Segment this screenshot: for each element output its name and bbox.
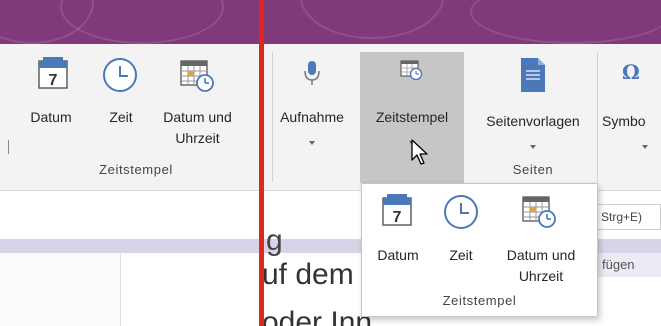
dropdown-item-label: Datum (377, 247, 419, 263)
calendar-7-icon: 7 (38, 57, 68, 89)
svg-text:7: 7 (393, 209, 402, 226)
ribbon-button-label: Uhrzeit (175, 130, 220, 146)
zeitstempel-dropdown: 7 Datum Zeit Datum und Uhrzeit Zeitstemp… (361, 183, 598, 317)
search-box[interactable]: Strg+E) (597, 204, 661, 230)
calendar-clock-icon (522, 196, 556, 228)
page-list-pane[interactable] (0, 253, 121, 326)
ribbon-button-symbol[interactable]: Ω Symbo (598, 55, 661, 155)
dropdown-arrow-icon (530, 145, 536, 149)
ribbon-button-label: Zeitstempel (375, 109, 449, 125)
dropdown-arrow-icon (642, 145, 648, 149)
group-divider (8, 140, 9, 154)
calendar-clock-icon (180, 60, 214, 92)
ribbon-group-label-seiten: Seiten (512, 162, 554, 177)
page-template-icon (521, 58, 545, 92)
ribbon-button-seitenvorlagen[interactable]: Seitenvorlagen (470, 55, 596, 155)
ribbon-button-label: Seitenvorlagen (486, 113, 580, 129)
omega-icon: Ω (622, 60, 640, 84)
page-text-line: oder Inn (262, 306, 373, 326)
mouse-cursor-icon (411, 139, 428, 165)
microphone-icon (304, 61, 320, 85)
add-page-button[interactable]: fügen (596, 253, 661, 277)
page-text-line: uf dem (262, 258, 354, 291)
dropdown-item-zeit[interactable]: Zeit (436, 190, 486, 290)
ribbon-button-aufnahme[interactable]: Aufnahme (268, 55, 356, 155)
dropdown-arrow-icon (309, 141, 315, 145)
dropdown-group-label: Zeitstempel (442, 293, 517, 308)
ribbon-button-zeit[interactable]: Zeit (98, 55, 144, 155)
decorative-swirl (470, 0, 661, 44)
dropdown-item-datum-und-uhrzeit[interactable]: Datum und Uhrzeit (492, 190, 590, 290)
ribbon-button-label: Datum (30, 109, 72, 125)
add-page-label: fügen (602, 257, 635, 272)
clock-icon (103, 58, 137, 92)
svg-text:7: 7 (49, 72, 58, 89)
calendar-7-icon: 7 (382, 194, 412, 226)
title-bar (0, 0, 661, 44)
ribbon-group-label-zeitstempel: Zeitstempel (99, 162, 173, 177)
red-annotation-line (259, 0, 264, 326)
search-shortcut-hint: Strg+E) (601, 210, 643, 224)
ribbon-button-datum[interactable]: 7 Datum (26, 55, 76, 155)
ribbon-button-label: Aufnahme (280, 109, 344, 125)
ribbon-button-datum-und-uhrzeit[interactable]: Datum und Uhrzeit (150, 55, 245, 155)
ribbon-button-zeitstempel[interactable]: Zeitstempel (360, 52, 464, 183)
dropdown-item-label: Zeit (449, 247, 473, 263)
ribbon-button-label: Zeit (109, 109, 133, 125)
dropdown-item-datum[interactable]: 7 Datum (368, 190, 428, 290)
ribbon-button-label: Datum und (163, 109, 232, 125)
dropdown-item-label: Datum und (506, 247, 576, 263)
timestamp-icon (400, 60, 423, 81)
decorative-swirl (60, 0, 224, 44)
ribbon-button-label: Symbo (602, 113, 646, 129)
clock-icon (444, 195, 478, 229)
dropdown-item-label: Uhrzeit (518, 268, 564, 284)
decorative-swirl (300, 0, 444, 39)
page-text-fragment: g (266, 224, 283, 257)
